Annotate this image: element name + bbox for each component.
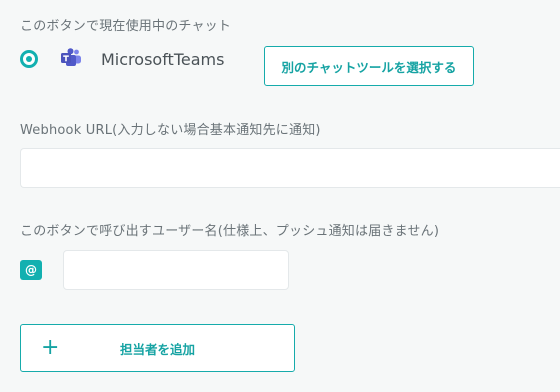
webhook-url-input[interactable] (20, 148, 560, 188)
webhook-url-label: Webhook URL(入力しない場合基本通知先に通知) (20, 123, 321, 138)
at-mention-icon: @ (20, 260, 42, 280)
add-assignee-label: 担当者を追加 (119, 341, 195, 357)
add-assignee-button[interactable]: + 担当者を追加 (20, 324, 295, 372)
select-chat-tool-button[interactable]: 別のチャットツールを選択する (264, 46, 474, 86)
mention-username-input[interactable] (63, 250, 289, 290)
chat-settings-panel: このボタンで現在使用中のチャット MicrosoftTeams 別のチャットツー… (0, 0, 560, 392)
microsoft-teams-icon (61, 48, 81, 66)
plus-icon: + (41, 335, 60, 360)
current-chat-name: MicrosoftTeams (101, 50, 225, 69)
current-chat-label: このボタンで現在使用中のチャット (20, 19, 232, 34)
mention-username-label: このボタンで呼び出すユーザー名(仕様上、プッシュ通知は届きません) (20, 224, 440, 239)
current-chat-radio[interactable] (20, 50, 38, 68)
